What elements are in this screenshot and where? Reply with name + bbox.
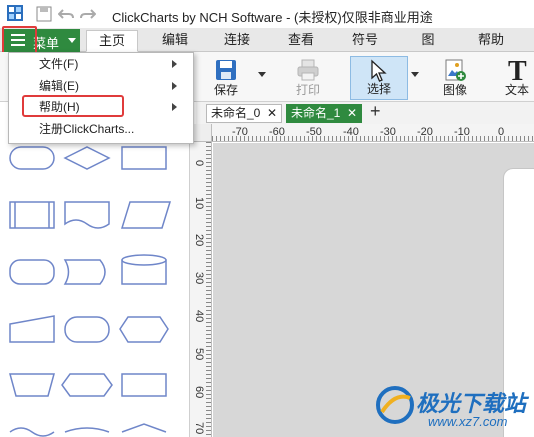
tab-chart[interactable]: 图 xyxy=(408,30,448,52)
manual-input-shape xyxy=(9,315,55,343)
preparation-shape xyxy=(119,316,169,343)
loop-limit-shape xyxy=(121,373,167,397)
doc-tab-0[interactable]: 未命名_0 ✕ xyxy=(206,104,282,123)
data-shape xyxy=(120,201,172,229)
ruler-label: 20 xyxy=(193,234,205,247)
print-label: 打印 xyxy=(295,83,320,97)
ruler-label: 70 xyxy=(193,422,205,435)
image-tool[interactable]: 图像 xyxy=(436,56,474,100)
ruler-label: 30 xyxy=(193,272,205,285)
tab-help[interactable]: 帮助 xyxy=(466,30,516,52)
select-dropdown-icon[interactable] xyxy=(411,72,419,77)
text-tool[interactable]: T 文本 xyxy=(500,56,534,100)
process-shape xyxy=(121,146,167,170)
menu-item-file-label: 文件(F) xyxy=(39,57,79,71)
watermark-url: www.xz7.com xyxy=(428,414,508,429)
title-bar: ClickCharts by NCH Software - (未授权)仅限非商业… xyxy=(0,0,534,28)
decision-shape xyxy=(63,146,111,170)
image-label: 图像 xyxy=(442,83,467,97)
chevron-down-icon xyxy=(68,38,76,43)
ruler-label: 40 xyxy=(193,310,205,323)
ruler-label: -50 xyxy=(306,126,322,138)
ruler-label: -40 xyxy=(343,126,359,138)
printer-icon xyxy=(297,59,319,81)
ruler-label: 0 xyxy=(193,160,205,167)
save-tool[interactable]: 保存 xyxy=(208,56,244,100)
ruler-label: 60 xyxy=(193,386,205,399)
select-label: 选择 xyxy=(366,82,391,96)
save-icon xyxy=(216,60,236,80)
hexagon-shape xyxy=(61,373,113,397)
ruler-label: -20 xyxy=(417,126,433,138)
ruler-label: 10 xyxy=(193,197,205,210)
tab-home[interactable]: 主页 xyxy=(86,30,138,52)
menu-highlight-box xyxy=(2,26,37,55)
menu-item-register[interactable]: 注册ClickCharts... xyxy=(9,119,185,140)
menu-item-edit[interactable]: 编辑(E) xyxy=(9,76,185,97)
ruler-label: -60 xyxy=(269,126,285,138)
document-shape xyxy=(64,201,110,229)
app-icon xyxy=(7,5,23,21)
ruler-label: 50 xyxy=(193,348,205,361)
doc-tab-1-label: 未命名_1 xyxy=(291,106,341,120)
menu-item-file[interactable]: 文件(F) xyxy=(9,54,185,75)
ruler-label: -70 xyxy=(232,126,248,138)
menu-item-edit-label: 编辑(E) xyxy=(39,79,79,93)
ribbon-tab-strip xyxy=(0,28,534,52)
text-label: 文本 xyxy=(504,83,529,97)
stored-data-shape xyxy=(63,259,106,285)
watermark-logo-icon xyxy=(376,386,414,424)
rounded-rect-shape xyxy=(64,316,110,343)
ruler-label: -10 xyxy=(454,126,470,138)
window-title: ClickCharts by NCH Software - (未授权)仅限非商业… xyxy=(112,10,433,25)
tab-view[interactable]: 查看 xyxy=(276,30,326,52)
print-tool[interactable]: 打印 xyxy=(290,56,326,100)
ruler-label: -30 xyxy=(380,126,396,138)
chevron-right-icon xyxy=(172,103,177,111)
watermark: 极光下载站 www.xz7.com xyxy=(370,382,530,434)
save-quick-icon[interactable] xyxy=(36,6,52,22)
save-dropdown-icon[interactable] xyxy=(258,72,266,77)
manual-operation-shape xyxy=(9,373,55,397)
chevron-right-icon xyxy=(172,82,177,90)
undo-icon[interactable] xyxy=(58,6,74,22)
shape-palette xyxy=(0,102,190,437)
terminator-shape xyxy=(9,146,55,170)
doc-tab-1[interactable]: 未命名_1 ✕ xyxy=(286,104,362,123)
menu-item-register-label: 注册ClickCharts... xyxy=(39,122,135,136)
help-highlight-box xyxy=(22,95,124,117)
tape-shape xyxy=(9,427,55,437)
close-icon[interactable]: ✕ xyxy=(267,105,277,122)
doc-tab-0-label: 未命名_0 xyxy=(211,106,261,120)
vertical-ruler: 0 10 20 30 40 50 60 70 xyxy=(190,142,212,437)
tab-edit[interactable]: 编辑 xyxy=(150,30,200,52)
image-icon xyxy=(445,59,466,81)
select-tool[interactable]: 选择 xyxy=(350,56,408,100)
delay-shape xyxy=(9,259,55,285)
flowchart-shapes-grid[interactable] xyxy=(0,102,190,437)
add-tab-button[interactable]: + xyxy=(370,101,381,122)
tab-symbols[interactable]: 符号 xyxy=(340,30,390,52)
close-icon[interactable]: ✕ xyxy=(347,105,357,122)
predefined-process-shape xyxy=(9,201,55,229)
save-label: 保存 xyxy=(213,83,238,97)
tab-connect[interactable]: 连接 xyxy=(212,30,262,52)
ruler-label: 0 xyxy=(498,126,505,138)
horizontal-ruler: -70 -60 -50 -40 -30 -20 -10 0 xyxy=(212,124,534,142)
redo-icon[interactable] xyxy=(80,6,96,22)
chevron-right-icon xyxy=(172,60,177,68)
